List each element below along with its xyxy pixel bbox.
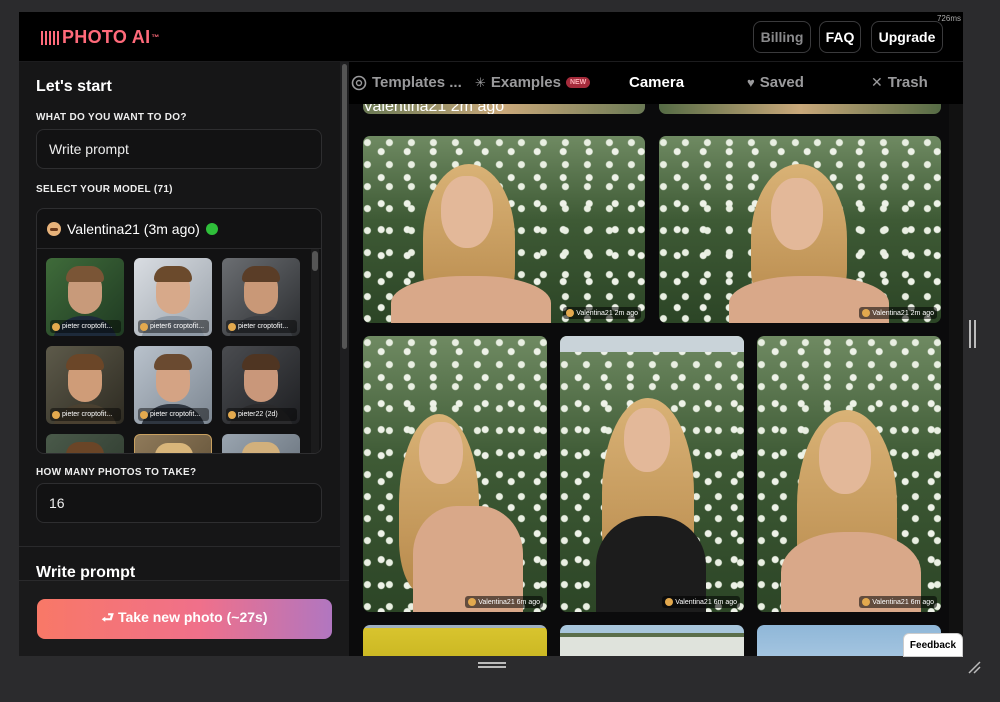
top-bar: PHOTO AI ™ Billing FAQ Upgrade 726ms [19, 12, 963, 62]
face-icon [228, 410, 236, 419]
model-caption: pieter croptofit... [50, 320, 121, 333]
model-thumb[interactable] [46, 434, 124, 453]
model-caption: pieter croptofit... [138, 408, 209, 421]
photo-tag: Valentina21 2m ago [563, 307, 641, 319]
tab-examples[interactable]: ✳ Examples NEW [475, 74, 591, 91]
photo-tag: Valentina21 6m ago [662, 596, 740, 608]
photo-card[interactable] [659, 104, 941, 114]
model-thumb[interactable]: pieter22 (2d) [222, 346, 300, 424]
tab-saved[interactable]: ♥ Saved [747, 74, 804, 91]
photo-tag: Valentina21 2m ago [363, 104, 505, 114]
heart-icon: ♥ [747, 75, 755, 90]
perf-timer: 726ms [936, 14, 961, 23]
count-label: HOW MANY PHOTOS TO TAKE? [36, 467, 197, 478]
tab-camera[interactable]: Camera [629, 74, 684, 91]
face-icon [566, 309, 575, 317]
sidebar-title: Let's start [36, 78, 112, 95]
tab-trash[interactable]: ✕ Trash [871, 74, 928, 91]
brand-name: PHOTO AI [62, 27, 151, 47]
model-caption: pieter croptofit... [226, 320, 297, 333]
model-emoji-icon [47, 221, 61, 236]
model-grid: pieter croptofit... pieter6 croptofit...… [46, 258, 300, 453]
vertical-resize-handle[interactable] [969, 320, 976, 348]
face-icon [665, 598, 674, 606]
selected-model-name: Valentina21 (3m ago) [67, 220, 200, 237]
logo-bars-icon [41, 30, 59, 45]
photo-tag: Valentina21 2m ago [859, 307, 937, 319]
photo-tag: Valentina21 6m ago [465, 596, 543, 608]
gallery-tabs: Templates ... ✳ Examples NEW Camera ♥ Sa… [349, 62, 963, 104]
face-icon [862, 598, 871, 606]
sparkle-icon: ✳ [475, 74, 486, 90]
face-icon [52, 410, 60, 419]
photo-tag: Valentina21 6m ago [859, 596, 937, 608]
section-divider [19, 546, 340, 547]
selected-model[interactable]: Valentina21 (3m ago) [37, 209, 321, 249]
photo-card[interactable]: Valentina21 2m ago [659, 136, 941, 323]
take-photo-button[interactable]: ⮐ Take new photo (~27s) [37, 599, 332, 639]
gallery-scrollbar[interactable] [949, 104, 963, 656]
brand-logo[interactable]: PHOTO AI ™ [41, 27, 160, 48]
model-caption: pieter22 (2d) [226, 408, 297, 421]
feedback-button[interactable]: Feedback [903, 633, 963, 657]
model-thumb[interactable]: pieter croptofit... [46, 258, 124, 336]
what-label: WHAT DO YOU WANT TO DO? [36, 112, 187, 123]
sidebar: Let's start WHAT DO YOU WANT TO DO? Writ… [19, 62, 349, 656]
model-thumb[interactable]: pieter croptofit... [222, 258, 300, 336]
model-selector: Valentina21 (3m ago) pieter croptofit...… [36, 208, 322, 454]
model-caption: pieter6 croptofit... [138, 320, 209, 333]
upgrade-button[interactable]: Upgrade [871, 21, 943, 53]
model-thumb[interactable]: pieter6 croptofit... [134, 258, 212, 336]
model-thumb[interactable]: pieter croptofit... [134, 346, 212, 424]
online-status-icon [205, 222, 218, 235]
model-thumb[interactable] [134, 434, 212, 453]
sidebar-scrollbar[interactable] [340, 62, 349, 582]
model-scrollbar[interactable] [311, 249, 319, 453]
face-icon [862, 309, 871, 317]
model-label: SELECT YOUR MODEL (71) [36, 184, 173, 195]
photo-gallery: Valentina21 2m ago Valentina21 2m ago Va… [349, 104, 949, 656]
openai-icon [351, 75, 367, 90]
face-icon [468, 598, 477, 606]
brand-trademark: ™ [151, 33, 160, 42]
new-badge: NEW [565, 77, 591, 88]
x-icon: ✕ [871, 74, 883, 90]
horizontal-resize-handle[interactable] [478, 662, 506, 668]
photo-card[interactable]: Valentina21 6m ago [363, 336, 547, 612]
photo-card[interactable] [363, 625, 547, 656]
photo-card[interactable]: Valentina21 2m ago [363, 136, 645, 323]
model-caption: pieter croptofit... [50, 408, 121, 421]
photo-card[interactable]: Valentina21 2m ago [363, 104, 645, 114]
photo-count-input[interactable]: 16 [36, 483, 322, 523]
faq-button[interactable]: FAQ [819, 21, 861, 53]
face-icon [140, 322, 148, 331]
photo-card[interactable] [560, 625, 744, 656]
photo-card[interactable]: Valentina21 6m ago [560, 336, 744, 612]
model-thumb[interactable]: pieter croptofit... [46, 346, 124, 424]
face-icon [228, 322, 236, 331]
face-icon [140, 410, 148, 419]
model-thumb[interactable] [222, 434, 300, 453]
tab-templates[interactable]: Templates ... [351, 74, 462, 91]
action-select[interactable]: Write prompt [36, 129, 322, 169]
billing-button[interactable]: Billing [753, 21, 811, 53]
resize-corner-icon[interactable] [967, 660, 981, 674]
face-icon [52, 322, 60, 331]
photo-card[interactable]: Valentina21 6m ago [757, 336, 941, 612]
app-window: PHOTO AI ™ Billing FAQ Upgrade 726ms Let'… [19, 12, 963, 656]
